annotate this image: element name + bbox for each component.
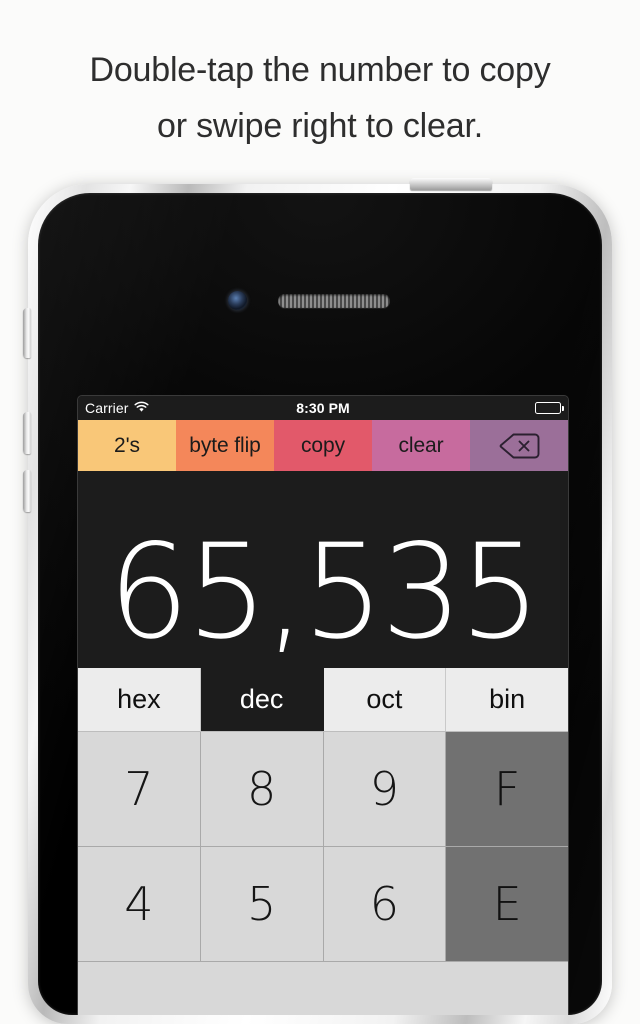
key-8-label: 8 [246, 762, 277, 817]
status-bar-right [535, 402, 564, 414]
key-7-label: 7 [124, 762, 154, 817]
key-5[interactable]: 5 [200, 847, 324, 962]
base-tab-bin-label: bin [489, 684, 526, 715]
battery-full-icon [535, 402, 564, 414]
caption-line-1: Double-tap the number to copy [89, 51, 551, 89]
copy-label: copy [301, 433, 345, 457]
key-4-label: 4 [124, 877, 154, 932]
number-display[interactable]: 65,535 [78, 471, 568, 668]
earpiece-speaker-icon [278, 294, 390, 308]
base-tab-bin[interactable]: bin [446, 668, 568, 732]
key-7[interactable]: 7 [78, 732, 201, 847]
display-value: 65,535 [108, 516, 541, 668]
volume-up-button[interactable] [23, 412, 31, 454]
base-tab-dec-label: dec [239, 684, 284, 715]
ring-silent-switch[interactable] [23, 308, 31, 358]
clear-button[interactable]: clear [372, 420, 470, 471]
key-f: F [446, 732, 568, 847]
delete-button[interactable] [470, 420, 568, 471]
key-f-label: F [493, 762, 521, 817]
twos-complement-button[interactable]: 2's [78, 420, 176, 471]
front-camera-icon [228, 291, 247, 310]
wifi-icon [134, 400, 150, 416]
keypad: 7 8 9 F 4 5 6 E [78, 731, 568, 1015]
delete-backspace-icon [498, 432, 540, 460]
base-selector: hex dec oct bin [78, 667, 568, 732]
caption-line-2: or swipe right to clear. [157, 107, 483, 145]
copy-button[interactable]: copy [274, 420, 372, 471]
byte-flip-button[interactable]: byte flip [176, 420, 274, 471]
key-e: E [446, 847, 568, 962]
byte-flip-label: byte flip [189, 433, 261, 457]
carrier-label: Carrier [85, 400, 129, 416]
twos-complement-label: 2's [114, 433, 140, 457]
device-body: Carrier 8:30 PM 2's byte flip copy clear… [38, 193, 602, 1015]
base-tab-oct-label: oct [366, 684, 403, 715]
page-title: Double-tap the number to copy or swipe r… [0, 42, 640, 154]
base-tab-hex[interactable]: hex [78, 668, 201, 732]
key-8[interactable]: 8 [200, 732, 324, 847]
key-4[interactable]: 4 [78, 847, 201, 962]
volume-down-button[interactable] [23, 470, 31, 512]
key-6-label: 6 [369, 877, 400, 932]
keypad-row: 4 5 6 E [78, 847, 568, 963]
app-screen: Carrier 8:30 PM 2's byte flip copy clear… [77, 395, 569, 1015]
status-bar-left: Carrier [85, 400, 150, 416]
iphone-device: Carrier 8:30 PM 2's byte flip copy clear… [23, 178, 612, 1024]
key-6[interactable]: 6 [323, 847, 447, 962]
base-tab-hex-label: hex [117, 684, 161, 715]
clear-label: clear [398, 433, 444, 457]
key-5-label: 5 [246, 877, 277, 932]
power-button[interactable] [410, 178, 492, 190]
base-tab-dec[interactable]: dec [200, 668, 324, 732]
key-e-label: E [492, 877, 522, 932]
status-bar: Carrier 8:30 PM [78, 396, 568, 420]
base-tab-oct[interactable]: oct [323, 668, 447, 732]
keypad-row: 7 8 9 F [78, 732, 568, 848]
key-9[interactable]: 9 [323, 732, 447, 847]
status-bar-time: 8:30 PM [296, 400, 350, 416]
function-toolbar: 2's byte flip copy clear [78, 420, 568, 471]
key-9-label: 9 [369, 762, 400, 817]
